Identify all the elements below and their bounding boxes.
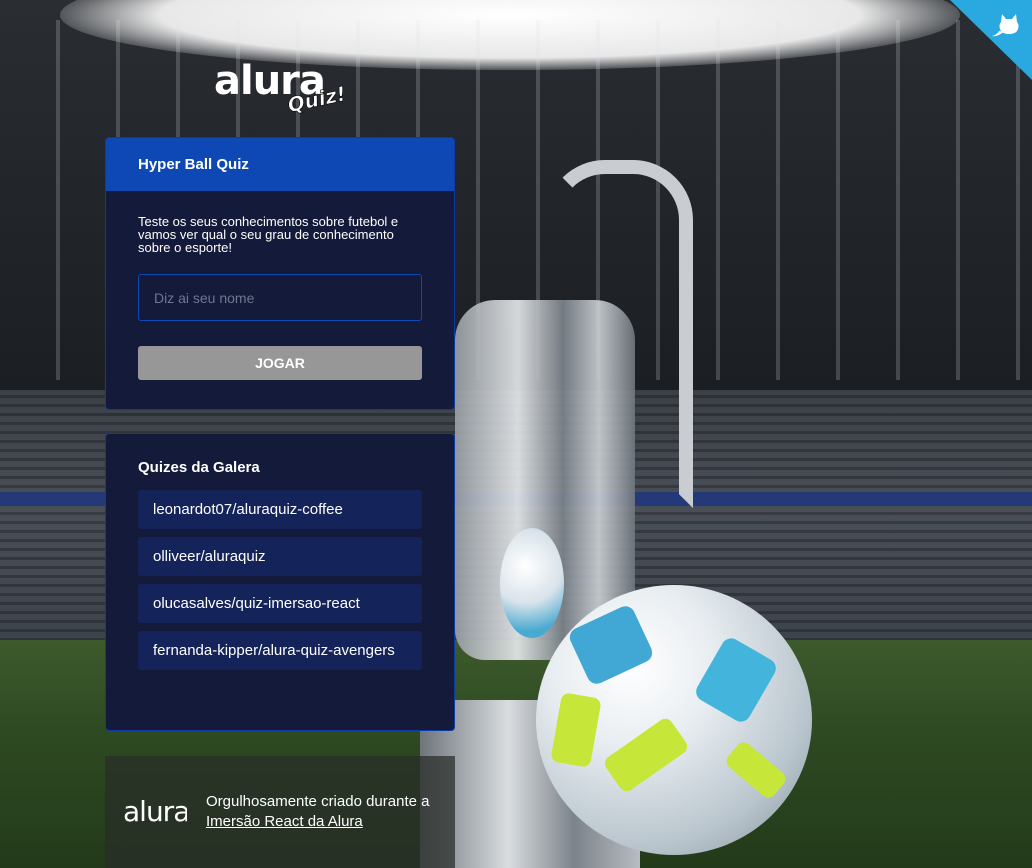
quiz-card: Hyper Ball Quiz Teste os seus conhecimen… (105, 137, 455, 410)
reflected-ball (500, 528, 564, 638)
alura-quiz-logo: alura Quiz! (214, 54, 354, 117)
gallery-item[interactable]: fernanda-kipper/alura-quiz-avengers (138, 631, 422, 670)
footer-alura-logo[interactable]: alura (123, 796, 187, 826)
footer: alura Orgulhosamente criado durante a Im… (105, 756, 455, 868)
github-octocat-icon (950, 0, 1032, 80)
gallery-card: Quizes da Galera leonardot07/aluraquiz-c… (105, 433, 455, 731)
gallery-title: Quizes da Galera (138, 459, 260, 476)
footer-logo-text: alura (123, 796, 187, 826)
footer-text-prefix: Orgulhosamente criado durante a (206, 793, 430, 810)
gallery-item[interactable]: leonardot07/aluraquiz-coffee (138, 490, 422, 529)
gallery-item[interactable]: olucasalves/quiz-imersao-react (138, 584, 422, 623)
quiz-description: Teste os seus conhecimentos sobre futebo… (138, 214, 399, 255)
quiz-card-title: Hyper Ball Quiz (106, 138, 454, 191)
github-corner-link[interactable] (950, 0, 1032, 80)
footer-text: Orgulhosamente criado durante a Imersão … (206, 792, 446, 832)
gallery-item[interactable]: olliveer/aluraquiz (138, 537, 422, 576)
footer-link[interactable]: Imersão React da Alura (206, 813, 363, 830)
gallery-list: leonardot07/aluraquiz-coffee olliveer/al… (138, 490, 422, 670)
play-button[interactable]: JOGAR (138, 346, 422, 380)
soccer-ball (536, 585, 812, 855)
name-input[interactable] (138, 274, 422, 321)
